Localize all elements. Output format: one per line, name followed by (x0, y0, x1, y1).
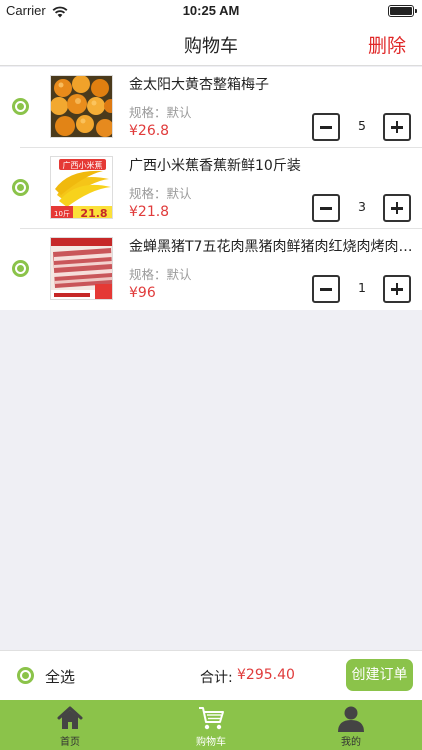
product-price: ¥26.8 (129, 123, 170, 139)
increase-quantity-button[interactable] (383, 113, 411, 141)
banana-price-text: 21.8 (80, 207, 107, 219)
cart-list: 金太阳大黄杏整箱梅子 规格：默认 ¥26.8 5 广西小米蕉 10斤 21.8 … (0, 67, 422, 310)
banana-promo-text: 10斤 (54, 209, 70, 218)
tab-cart[interactable]: 购物车 (166, 700, 256, 750)
quantity-value: 5 (358, 118, 366, 133)
quantity-value: 3 (358, 199, 366, 214)
battery-icon (388, 5, 417, 17)
tab-cart-label: 购物车 (196, 737, 226, 748)
tab-home[interactable]: 首页 (25, 700, 115, 750)
product-name[interactable]: 金太阳大黄杏整箱梅子 (129, 74, 417, 94)
cart-item: 金蝉黑猪T7五花肉黑猪肉鲜猪肉红烧肉烤肉五花肉 规格：默认 ¥96 1 (0, 229, 422, 310)
cart-item: 金太阳大黄杏整箱梅子 规格：默认 ¥26.8 5 (0, 67, 422, 148)
select-all-label[interactable]: 全选 (45, 666, 75, 687)
increase-quantity-button[interactable] (383, 194, 411, 222)
product-thumbnail[interactable]: 广西小米蕉 10斤 21.8 (50, 156, 113, 219)
home-icon (57, 706, 83, 729)
cart-icon (199, 707, 224, 730)
product-price: ¥21.8 (129, 204, 170, 220)
product-thumbnail[interactable] (50, 237, 113, 300)
select-all-radio[interactable] (17, 667, 34, 684)
create-order-button[interactable]: 创建订单 (346, 659, 413, 691)
navigation-bar: 购物车 删除 (0, 22, 422, 66)
delete-button[interactable]: 删除 (368, 31, 406, 58)
product-name[interactable]: 广西小米蕉香蕉新鲜10斤装 (129, 155, 417, 175)
decrease-quantity-button[interactable] (312, 275, 340, 303)
item-select-radio[interactable] (12, 98, 29, 115)
cart-item: 广西小米蕉 10斤 21.8 广西小米蕉香蕉新鲜10斤装 规格：默认 ¥21.8… (0, 148, 422, 229)
banana-badge-text: 广西小米蕉 (63, 160, 103, 170)
product-spec: 规格：默认 (129, 267, 192, 282)
tab-profile-label: 我的 (341, 737, 361, 748)
product-name[interactable]: 金蝉黑猪T7五花肉黑猪肉鲜猪肉红烧肉烤肉五花肉 (129, 236, 417, 256)
increase-quantity-button[interactable] (383, 275, 411, 303)
pork-photo (51, 238, 112, 299)
tab-profile[interactable]: 我的 (306, 700, 396, 750)
item-select-radio[interactable] (12, 260, 29, 277)
user-icon (338, 706, 364, 732)
tab-home-label: 首页 (60, 737, 80, 748)
tab-bar: 首页 购物车 我的 (0, 700, 422, 750)
quantity-value: 1 (358, 280, 366, 295)
checkout-bar: 全选 合计: ¥295.40 创建订单 (0, 650, 422, 700)
status-time: 10:25 AM (182, 3, 240, 18)
decrease-quantity-button[interactable] (312, 194, 340, 222)
product-thumbnail[interactable] (50, 75, 113, 138)
product-price: ¥96 (129, 285, 156, 301)
item-select-radio[interactable] (12, 179, 29, 196)
banana-photo: 广西小米蕉 10斤 21.8 (51, 157, 112, 219)
total-label: 合计: (200, 670, 233, 686)
total-value: ¥295.40 (237, 667, 295, 683)
decrease-quantity-button[interactable] (312, 113, 340, 141)
status-bar: Carrier 10:25 AM (0, 0, 422, 22)
product-spec: 规格：默认 (129, 186, 192, 201)
page-title: 购物车 (184, 36, 238, 57)
apricot-photo (51, 76, 112, 137)
product-spec: 规格：默认 (129, 105, 192, 120)
